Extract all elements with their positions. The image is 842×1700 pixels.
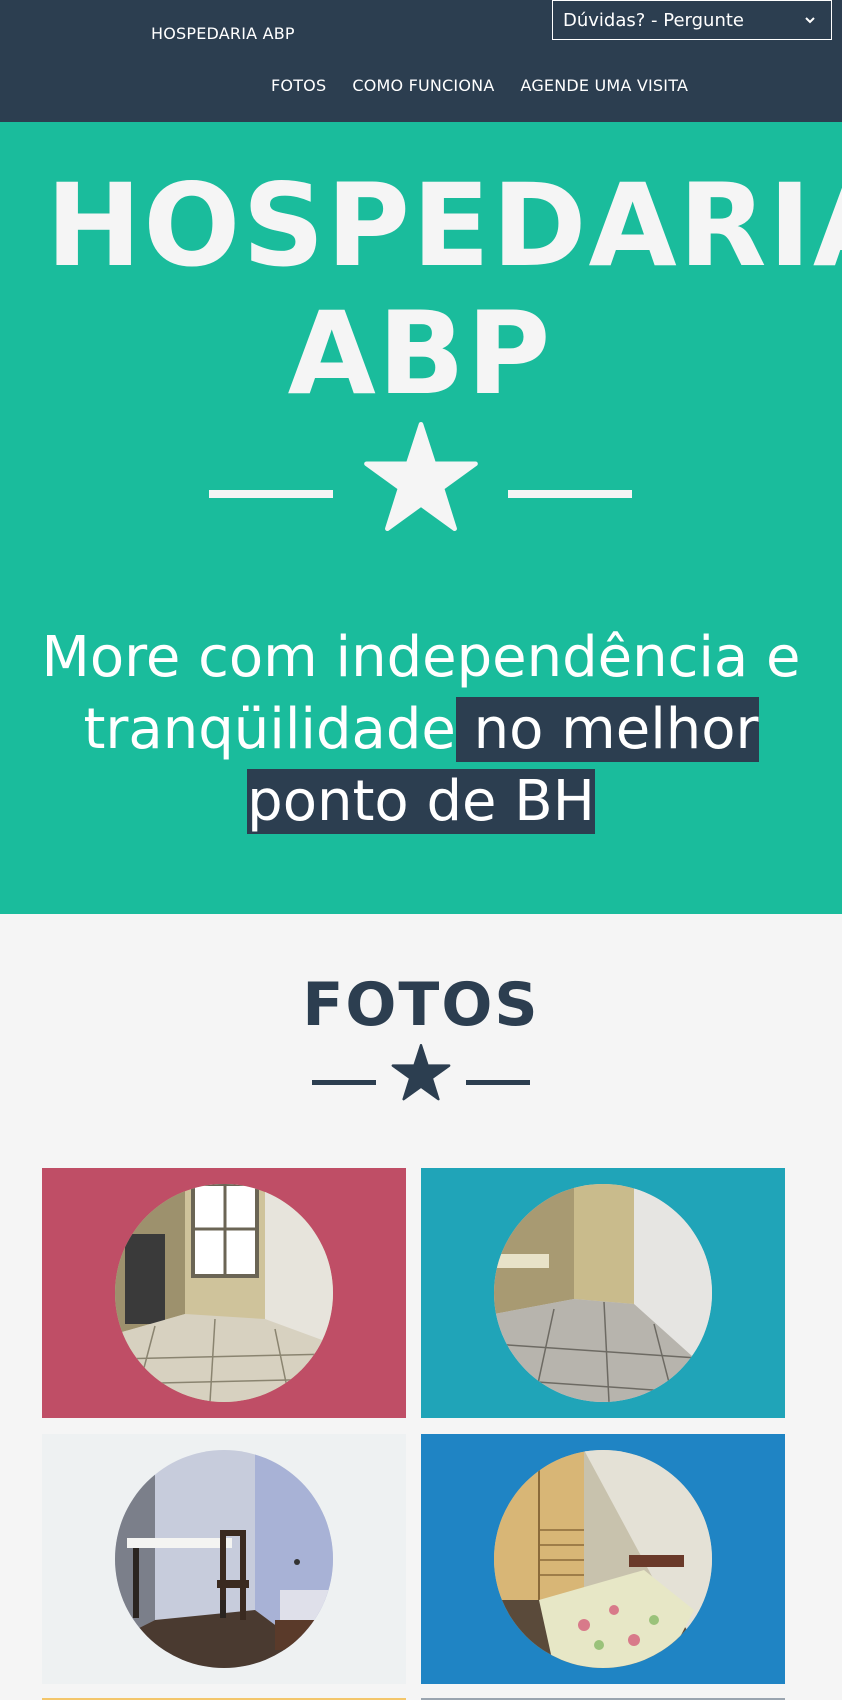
divider-line-left (209, 490, 333, 498)
star-icon (391, 1044, 451, 1101)
questions-select[interactable]: Dúvidas? - Pergunte (552, 0, 832, 40)
nav-link-como-funciona[interactable]: COMO FUNCIONA (352, 76, 494, 95)
room-photo (115, 1450, 333, 1668)
tagline-highlight-2: ponto de BH (247, 769, 595, 834)
nav-link-agende-visita[interactable]: AGENDE UMA VISITA (520, 76, 688, 95)
star-icon (364, 422, 478, 532)
hero-tagline: More com independência e tranqüilidade n… (40, 622, 802, 838)
brand-link[interactable]: HOSPEDARIA ABP (151, 24, 295, 43)
photo-card-bed-wardrobe[interactable] (421, 1434, 785, 1684)
photo-card-desk-chair[interactable] (42, 1434, 406, 1684)
room-photo (494, 1184, 712, 1402)
hero-title-line1: HOSPEDARIA (46, 159, 842, 292)
divider-line-right (466, 1080, 530, 1085)
chevron-down-icon (805, 17, 815, 24)
nav-links: FOTOS COMO FUNCIONA AGENDE UMA VISITA (271, 76, 688, 95)
tagline-highlight-1: no melhor (455, 697, 759, 762)
divider-line-left (312, 1080, 376, 1085)
fotos-section-title: FOTOS (302, 970, 540, 1040)
hero-section: HOSPEDARIA ABP More com independência e … (0, 122, 842, 914)
nav-link-fotos[interactable]: FOTOS (271, 76, 326, 95)
hero-title-line2: ABP (287, 287, 553, 420)
fotos-star-divider (312, 1044, 530, 1106)
questions-select-value: Dúvidas? - Pergunte (563, 10, 744, 31)
hero-title: HOSPEDARIA ABP (40, 162, 842, 420)
navbar: HOSPEDARIA ABP Dúvidas? - Pergunte FOTOS… (0, 0, 842, 122)
room-photo (494, 1450, 712, 1668)
photo-card-room-window[interactable] (42, 1168, 406, 1418)
divider-line-right (508, 490, 632, 498)
hero-star-divider (209, 422, 633, 542)
room-photo (115, 1184, 333, 1402)
photo-card-corridor[interactable] (421, 1168, 785, 1418)
